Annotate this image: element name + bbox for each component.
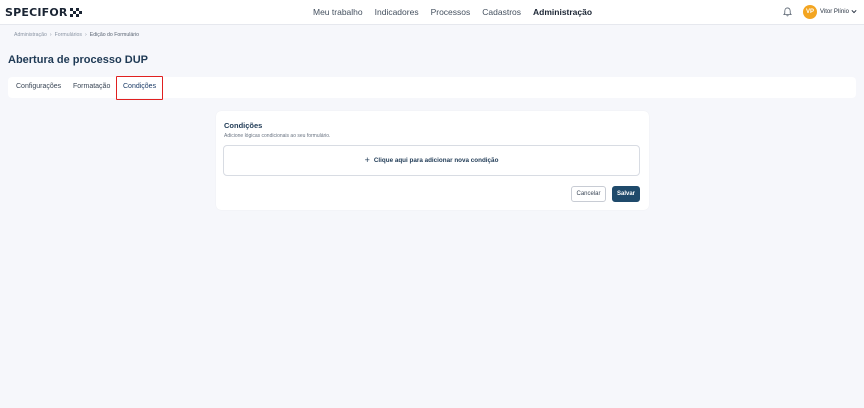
bell-icon[interactable] <box>783 7 792 17</box>
top-navigation-bar: SPECIFOR Meu trabalho Indicadores Proces… <box>0 0 864 25</box>
tab-formatacao[interactable]: Formatação <box>73 83 110 90</box>
tab-condicoes-highlight <box>116 76 163 100</box>
user-name[interactable]: Vitor Plínio <box>820 9 849 15</box>
breadcrumb: Administração › Formulários › Edição do … <box>14 32 139 38</box>
logo-mark-icon <box>69 8 83 17</box>
avatar[interactable]: VP <box>803 5 817 19</box>
nav-processos[interactable]: Processos <box>431 7 471 17</box>
main-nav: Meu trabalho Indicadores Processos Cadas… <box>313 7 604 17</box>
cancel-button[interactable]: Cancelar <box>571 186 606 202</box>
nav-meu-trabalho[interactable]: Meu trabalho <box>313 7 363 17</box>
nav-administracao[interactable]: Administração <box>533 7 592 17</box>
breadcrumb-item-administracao[interactable]: Administração <box>14 32 47 38</box>
plus-icon: + <box>364 155 370 165</box>
breadcrumb-separator-icon: › <box>49 32 52 38</box>
logo-text: SPECIFOR <box>5 6 68 19</box>
breadcrumb-item-formularios[interactable]: Formulários <box>55 32 82 38</box>
nav-indicadores[interactable]: Indicadores <box>375 7 419 17</box>
save-button[interactable]: Salvar <box>612 186 640 202</box>
nav-cadastros[interactable]: Cadastros <box>482 7 521 17</box>
conditions-card: Condições Adicione lógicas condicionais … <box>216 111 649 210</box>
add-condition-label: Clique aqui para adicionar nova condição <box>373 157 499 164</box>
page-title: Abertura de processo DUP <box>8 54 148 66</box>
breadcrumb-separator-icon: › <box>85 32 87 38</box>
add-condition-button[interactable]: + Clique aqui para adicionar nova condiç… <box>223 145 640 176</box>
conditions-subtitle: Adicione lógicas condicionais ao seu for… <box>224 133 331 139</box>
breadcrumb-item-current: Edição do Formulário <box>89 32 140 38</box>
chevron-down-icon[interactable] <box>851 9 857 14</box>
tab-configuracoes[interactable]: Configurações <box>16 83 61 90</box>
specifor-logo[interactable]: SPECIFOR <box>5 6 83 19</box>
conditions-title: Condições <box>224 121 263 130</box>
